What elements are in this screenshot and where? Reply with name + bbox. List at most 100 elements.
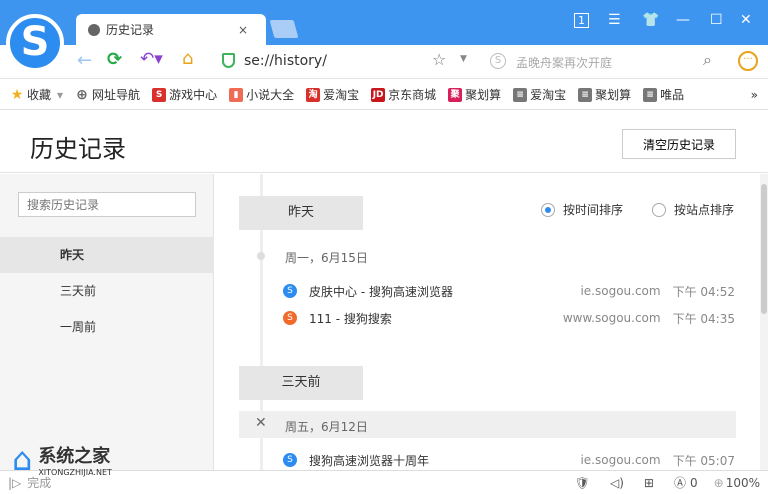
history-domain: ie.sogou.com	[580, 453, 661, 467]
maximize-button[interactable]: ☐	[710, 12, 723, 28]
history-domain: ie.sogou.com	[580, 284, 661, 298]
tab-count-button[interactable]: 1	[574, 13, 589, 28]
undo-close-icon[interactable]: ↶▾	[140, 49, 163, 69]
chevron-down-icon[interactable]: ▼	[460, 54, 467, 64]
game-icon: S	[152, 87, 167, 102]
bookmarks-bar: ★ 收藏 ▾ ⊕ 网址导航 S 游戏中心 ▮ 小说大全淘爱淘宝 JD 京东商城聚聚划算 ≡ 爱淘宝 ≡ 聚划…	[0, 80, 768, 110]
sidebar-item-yesterday[interactable]: 昨天	[0, 237, 214, 273]
watermark-title: 系统之家	[38, 445, 111, 467]
zoom-level[interactable]: 100%	[726, 476, 760, 490]
page-icon: ≡	[578, 87, 593, 102]
menu-button[interactable]: ☰	[608, 12, 621, 28]
bookmark-item[interactable]: ⊕ 网址导航	[75, 86, 140, 103]
timeline-dot	[257, 252, 265, 260]
group-header: 昨天	[239, 196, 363, 230]
search-icon[interactable]: ⌕	[703, 50, 712, 70]
search-history-input[interactable]	[18, 192, 196, 217]
back-icon[interactable]: ←	[77, 50, 92, 71]
history-domain: www.sogou.com	[562, 311, 661, 325]
novel-icon: ▮	[229, 87, 244, 102]
history-time: 下午 04:52	[672, 284, 735, 299]
adblock-count: 0	[689, 475, 698, 490]
bookmark-item[interactable]: ≡ 聚划算	[578, 86, 631, 103]
more-icon[interactable]: ···	[738, 51, 758, 71]
page-header: 历史记录 清空历史记录	[0, 111, 768, 173]
download-icon[interactable]: ⊞	[644, 476, 654, 490]
security-icon[interactable]: 🛡	[575, 476, 590, 490]
sogou-search-icon: S	[283, 311, 297, 325]
favorite-star-icon[interactable]: ☆	[432, 50, 446, 69]
sidebar-item-three-days[interactable]: 三天前	[0, 273, 214, 309]
history-title[interactable]: 111 - 搜狗搜索	[309, 310, 392, 327]
scrollbar-thumb[interactable]	[761, 184, 767, 314]
more-bookmarks-button[interactable]: »	[751, 88, 758, 102]
home-icon[interactable]: ⌂	[182, 48, 193, 69]
star-icon: ★	[10, 86, 24, 103]
clock-icon	[88, 23, 100, 36]
sidebar: 昨天 三天前 一周前	[0, 174, 214, 470]
date-label: 周五，6月12日	[285, 420, 368, 434]
tab-history[interactable]: 历史记录 ×	[76, 14, 266, 45]
bookmark-label: 爱淘宝	[323, 88, 360, 102]
page-icon: ≡	[513, 87, 528, 102]
sort-by-time-radio[interactable]: 按时间排序	[541, 201, 623, 218]
bookmark-item[interactable]: 聚聚划算	[448, 86, 501, 103]
chevron-down-icon[interactable]: ▾	[57, 88, 63, 102]
delete-x-icon[interactable]: ✕	[255, 415, 267, 431]
taobao-icon: 淘	[306, 87, 321, 102]
watermark-house-icon: ⌂	[12, 440, 33, 478]
bookmark-item[interactable]: S 游戏中心	[152, 86, 217, 103]
tab-title: 历史记录	[106, 23, 155, 37]
url-input[interactable]: se://history/	[244, 53, 327, 69]
address-toolbar: ← ⟳ ↶▾ ⌂ se://history/ ☆ ▼ S 孟晚舟案再次开庭 ⌕ …	[0, 45, 768, 79]
bookmark-item[interactable]: ★ 收藏 ▾	[10, 86, 63, 103]
history-list: 按时间排序 按站点排序 昨天 周一，6月15日 S 皮肤中心 - 搜狗高速浏览器…	[215, 174, 768, 470]
sort-by-time-label: 按时间排序	[563, 203, 624, 217]
sogou-search-icon: S	[490, 53, 506, 69]
sound-icon[interactable]: ◁)	[610, 476, 624, 490]
bookmark-label: 京东商城	[388, 88, 437, 102]
minimize-button[interactable]: —	[676, 12, 690, 28]
bookmark-label: 游戏中心	[169, 88, 218, 102]
bookmark-label: 网址导航	[92, 88, 141, 102]
new-tab-button[interactable]	[269, 20, 299, 38]
history-time: 下午 05:07	[672, 453, 735, 468]
adblock-icon[interactable]: Ⓐ	[674, 474, 686, 491]
watermark: ⌂ 系统之家 XITONGZHIJIA.NET	[12, 440, 112, 478]
sort-by-site-radio[interactable]: 按站点排序	[652, 201, 734, 218]
secure-shield-icon	[222, 53, 235, 68]
bookmark-item[interactable]: ≡ 爱淘宝	[513, 86, 566, 103]
history-title[interactable]: 皮肤中心 - 搜狗高速浏览器	[309, 283, 453, 300]
bookmark-label: 收藏	[27, 88, 52, 102]
tab-close-button[interactable]: ×	[238, 23, 248, 37]
history-row[interactable]: S 111 - 搜狗搜索 www.sogou.com 下午 04:35	[283, 305, 735, 331]
history-title[interactable]: 搜狗高速浏览器十周年	[309, 452, 429, 469]
status-bar: |▷ 完成 🛡 ◁) ⊞ Ⓐ 0 ⊕ 100%	[0, 470, 768, 494]
bookmark-item[interactable]: JD 京东商城	[371, 86, 436, 103]
bookmark-item[interactable]: ▮ 小说大全	[229, 86, 294, 103]
jd-icon: JD	[371, 87, 386, 102]
history-time: 下午 04:35	[672, 311, 735, 326]
page-title: 历史记录	[30, 135, 126, 163]
history-row[interactable]: S 皮肤中心 - 搜狗高速浏览器 ie.sogou.com 下午 04:52	[283, 278, 735, 304]
sidebar-item-one-week[interactable]: 一周前	[0, 309, 214, 345]
sogou-logo[interactable]: S	[6, 14, 64, 72]
skin-button[interactable]: 👕	[642, 12, 659, 28]
globe-icon: ⊕	[76, 86, 88, 103]
sogou-browser-icon: S	[283, 284, 297, 298]
history-row[interactable]: S 搜狗高速浏览器十周年 ie.sogou.com 下午 05:07	[283, 447, 735, 470]
scrollbar[interactable]	[760, 174, 768, 470]
sogou-browser-icon: S	[283, 453, 297, 467]
bookmark-item[interactable]: ≡ 唯品	[643, 86, 684, 103]
clear-history-button[interactable]: 清空历史记录	[622, 129, 736, 159]
bookmark-label: 爱淘宝	[530, 88, 567, 102]
search-box[interactable]: 孟晚舟案再次开庭	[516, 54, 612, 71]
bookmark-item[interactable]: 淘爱淘宝	[306, 86, 359, 103]
zoom-icon[interactable]: ⊕	[714, 476, 724, 490]
bookmark-label: 小说大全	[246, 88, 295, 102]
sort-by-site-label: 按站点排序	[674, 203, 735, 217]
close-window-button[interactable]: ✕	[740, 12, 752, 28]
refresh-icon[interactable]: ⟳	[107, 49, 122, 70]
bookmark-label: 聚划算	[595, 88, 632, 102]
juhuasuan-icon: 聚	[448, 87, 463, 102]
